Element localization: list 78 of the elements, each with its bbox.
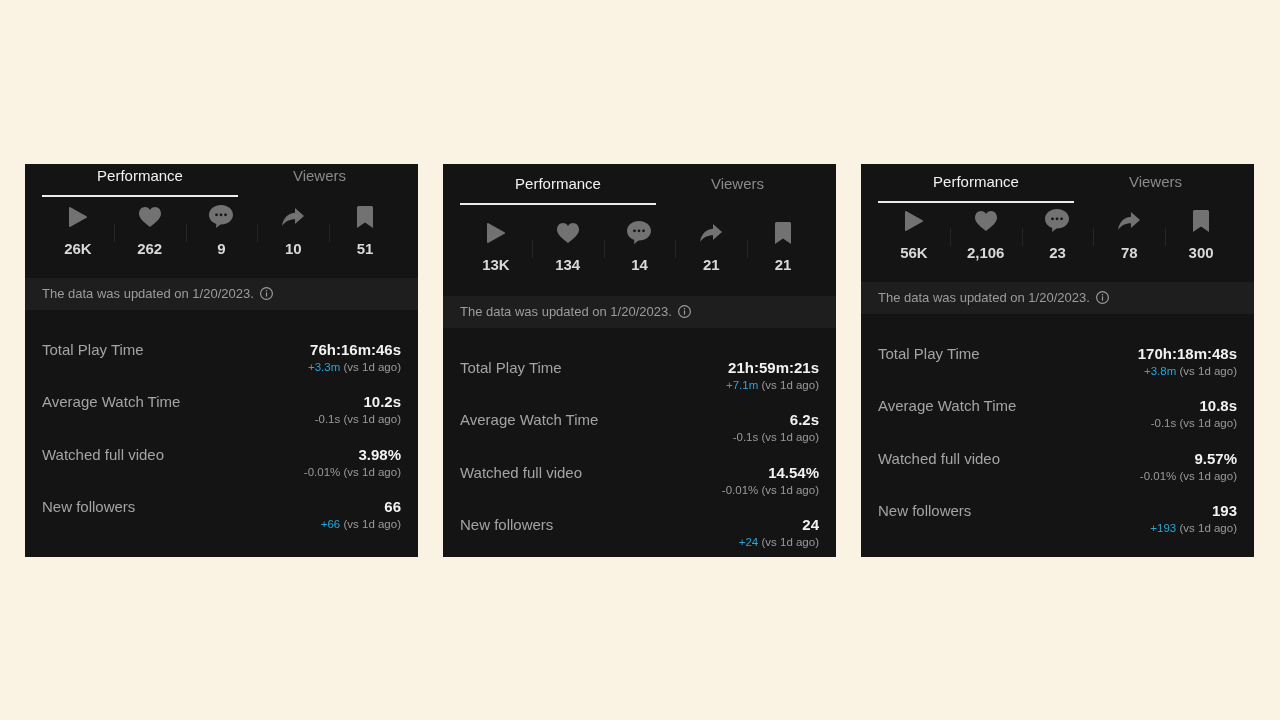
tab[interactable]: Performance (42, 163, 238, 197)
metric-label: Watched full video (878, 448, 1000, 469)
speech-bubble-icon (1045, 209, 1070, 232)
change-text: -0.1s (vs 1d ago) (314, 412, 401, 426)
metric-label: Average Watch Time (42, 392, 181, 412)
metric-value: 3.98% (358, 444, 401, 465)
curved-arrow-icon (700, 223, 723, 242)
change-text: +66 (vs 1d ago) (320, 517, 401, 531)
metric-label: Total Play Time (42, 339, 144, 360)
heart-icon (974, 210, 997, 231)
stat-count: 13K (482, 254, 510, 275)
bookmark-icon (775, 221, 792, 244)
change-text: -0.01% (vs 1d ago) (1139, 468, 1237, 483)
change-text: -0.1s (vs 1d ago) (732, 430, 819, 444)
change-text: +193 (vs 1d ago) (1150, 521, 1237, 535)
metric-value: 193 (1211, 501, 1237, 521)
speech-bubble-icon (627, 221, 652, 244)
heart-icon (138, 206, 161, 227)
change-text: -0.01% (vs 1d ago) (721, 482, 819, 497)
stat-count: 10 (284, 238, 302, 259)
stat-count: 134 (555, 254, 581, 275)
stat-count: 26K (64, 238, 92, 259)
stat-count: 23 (1049, 242, 1066, 263)
stat-count: 21 (774, 254, 792, 275)
metric-label: Total Play Time (460, 357, 562, 378)
metric-value: 170h:18m:48s (1137, 343, 1237, 364)
metric-label: New followers (460, 515, 554, 535)
update-notice-text: The data was updated on 1/20/2023. (460, 304, 672, 319)
bookmark-icon (1193, 209, 1210, 232)
change-text: +7.1m (vs 1d ago) (725, 377, 819, 392)
stat-count: 2,106 (966, 242, 1005, 263)
metric-label: Watched full video (460, 462, 582, 483)
metric-label: New followers (42, 497, 136, 517)
stat-count: 21 (702, 254, 720, 275)
info-icon[interactable] (677, 305, 691, 318)
metric-value: 24 (802, 515, 819, 535)
speech-bubble-icon (209, 205, 234, 228)
play-icon (904, 210, 923, 231)
tab[interactable]: Viewers (238, 163, 401, 197)
play-icon (68, 206, 87, 227)
metric-value: 14.54% (768, 462, 819, 483)
info-icon[interactable] (1095, 291, 1109, 304)
bookmark-icon (357, 205, 374, 228)
curved-arrow-icon (1118, 211, 1141, 230)
metric-value: 66 (384, 497, 401, 517)
change-text: -0.01% (vs 1d ago) (303, 464, 401, 479)
stat-count: 262 (137, 238, 163, 259)
metric-label: Total Play Time (878, 343, 980, 364)
metric-value: 9.57% (1194, 448, 1237, 469)
update-notice-text: The data was updated on 1/20/2023. (42, 286, 254, 301)
stat-count: 56K (900, 242, 928, 263)
stat-count: 300 (1188, 242, 1214, 263)
tab[interactable]: Viewers (656, 171, 819, 205)
metric-value: 6.2s (789, 410, 819, 430)
metric-label: Average Watch Time (460, 410, 599, 430)
play-icon (486, 222, 505, 243)
metric-value: 76h:16m:46s (310, 339, 401, 360)
metric-value: 10.8s (1199, 396, 1237, 416)
tab[interactable]: Performance (460, 171, 656, 205)
change-text: -0.1s (vs 1d ago) (1150, 416, 1237, 430)
metric-label: New followers (878, 501, 972, 521)
tab[interactable]: Performance (878, 169, 1074, 203)
metric-value: 21h:59m:21s (728, 357, 819, 378)
stat-count: 51 (356, 238, 374, 259)
stat-count: 9 (217, 238, 226, 259)
tab[interactable]: Viewers (1074, 169, 1237, 203)
curved-arrow-icon (282, 207, 305, 226)
change-text: +3.8m (vs 1d ago) (1143, 363, 1237, 378)
info-icon[interactable] (259, 287, 273, 300)
stat-count: 78 (1120, 242, 1138, 263)
heart-icon (556, 222, 579, 243)
metric-value: 10.2s (363, 392, 401, 412)
metric-label: Watched full video (42, 444, 164, 465)
update-notice-text: The data was updated on 1/20/2023. (878, 290, 1090, 305)
metric-label: Average Watch Time (878, 396, 1017, 416)
stat-count: 14 (631, 254, 648, 275)
change-text: +3.3m (vs 1d ago) (307, 359, 401, 374)
change-text: +24 (vs 1d ago) (738, 535, 819, 549)
